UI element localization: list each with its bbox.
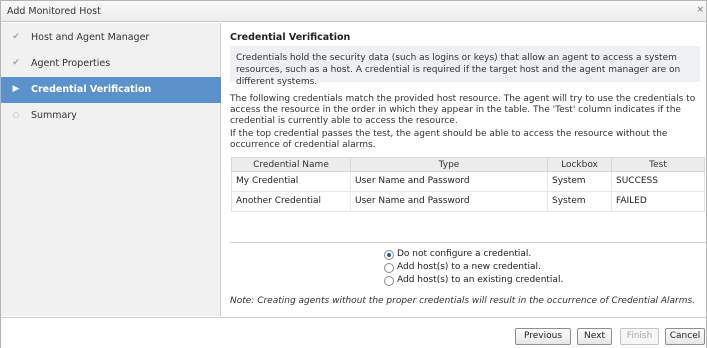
radio-button[interactable]	[384, 250, 394, 260]
content-panel: Credential Verification Credentials hold…	[222, 23, 706, 316]
cell-credential-name: My Credential	[232, 172, 351, 191]
column-credential-name[interactable]: Credential Name	[232, 158, 351, 172]
window-title: Add Monitored Host	[7, 6, 101, 17]
cell-lockbox: System	[548, 192, 612, 211]
table-row[interactable]: My Credential User Name and Password Sys…	[231, 172, 705, 192]
cancel-button[interactable]: Cancel	[665, 328, 705, 345]
step-label: Agent Properties	[31, 58, 111, 69]
wizard-steps-sidebar: ✔ Host and Agent Manager ✔ Agent Propert…	[1, 23, 221, 316]
table-header: Credential Name Type Lockbox Test ☷	[231, 157, 705, 172]
close-icon[interactable]: ×	[696, 5, 704, 15]
step-summary[interactable]: ○ Summary	[1, 103, 221, 129]
radio-button[interactable]	[384, 263, 394, 273]
previous-button[interactable]: Previous	[515, 328, 571, 345]
step-label: Summary	[31, 110, 77, 121]
cell-type: User Name and Password	[351, 192, 548, 211]
intro-text: Credentials hold the security data (such…	[230, 46, 700, 87]
step-agent-properties[interactable]: ✔ Agent Properties	[1, 51, 221, 77]
arrow-right-icon: ▶	[12, 84, 20, 94]
step-label: Host and Agent Manager	[31, 32, 150, 43]
page-title: Credential Verification	[230, 32, 351, 43]
divider	[230, 242, 706, 243]
button-bar: Previous Next Finish Cancel	[1, 317, 706, 348]
credentials-table: Credential Name Type Lockbox Test ☷ My C…	[231, 157, 705, 212]
circle-icon: ○	[12, 111, 20, 119]
cell-lockbox: System	[548, 172, 612, 191]
option-label: Add host(s) to a new credential.	[397, 262, 541, 272]
cell-type: User Name and Password	[351, 172, 548, 191]
column-type[interactable]: Type	[351, 158, 548, 172]
finish-button[interactable]: Finish	[620, 328, 659, 345]
checkmark-icon: ✔	[12, 32, 20, 42]
table-row[interactable]: Another Credential User Name and Passwor…	[231, 192, 705, 212]
title-bar: Add Monitored Host ×	[1, 1, 706, 22]
cell-credential-name: Another Credential	[232, 192, 351, 211]
column-lockbox[interactable]: Lockbox	[548, 158, 612, 172]
cell-test: FAILED	[616, 196, 647, 206]
credential-alarm-note: Note: Creating agents without the proper…	[230, 296, 696, 306]
step-credential-verification[interactable]: ▶ Credential Verification	[1, 77, 221, 103]
cell-test: SUCCESS	[616, 176, 658, 186]
credentials-description: The following credentials match the prov…	[230, 94, 696, 126]
credentials-hint: If the top credential passes the test, t…	[230, 129, 668, 150]
add-monitored-host-dialog: Add Monitored Host × ✔ Host and Agent Ma…	[0, 0, 707, 348]
radio-button[interactable]	[384, 276, 394, 286]
checkmark-icon: ✔	[12, 58, 20, 68]
step-label: Credential Verification	[31, 84, 152, 95]
column-test[interactable]: Test	[612, 158, 704, 172]
next-button[interactable]: Next	[577, 328, 612, 345]
option-label: Do not configure a credential.	[397, 249, 532, 259]
option-label: Add host(s) to an existing credential.	[397, 275, 564, 285]
step-host-and-agent-manager[interactable]: ✔ Host and Agent Manager	[1, 25, 221, 51]
